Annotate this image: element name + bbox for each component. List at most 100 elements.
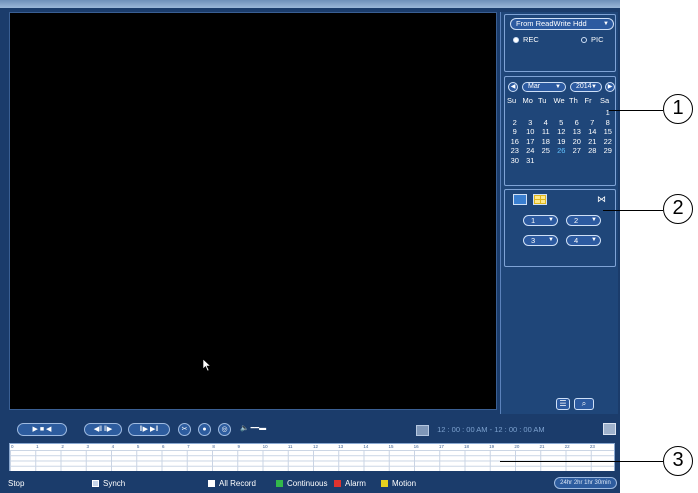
quad-view-icon[interactable]	[533, 194, 547, 205]
status-label: Stop	[8, 479, 25, 488]
calendar-day[interactable]: 9	[507, 127, 523, 137]
save-icon[interactable]	[603, 423, 616, 435]
checkbox-icon	[208, 480, 215, 487]
chevron-down-icon: ▼	[603, 21, 609, 27]
play-stop-back-buttons[interactable]: ▶ ■ ◀	[17, 423, 67, 436]
timeline-zoom-buttons[interactable]: 24hr 2hr 1hr 30min	[554, 477, 617, 489]
list-icon[interactable]: ☰	[556, 398, 570, 410]
calendar-day[interactable]: 19	[554, 137, 570, 147]
calendar-day[interactable]: 29	[600, 146, 616, 156]
slow-fast-buttons[interactable]: ◀‖ ‖▶	[84, 423, 122, 436]
calendar-day[interactable]: 31	[523, 156, 539, 166]
end-time[interactable]: 12 : 00 : 00 AM	[494, 425, 544, 434]
calendar-day[interactable]: 3	[523, 118, 539, 128]
prev-month-button[interactable]: ◀	[508, 82, 518, 92]
calendar-day[interactable]: 7	[585, 118, 601, 128]
split-mode-section: ⋈ 1 ▼ 2 ▼ 3 ▼ 4 ▼	[504, 189, 616, 267]
legend-alarm[interactable]: Alarm	[334, 479, 366, 488]
calendar-day[interactable]: 27	[569, 146, 585, 156]
calendar-day[interactable]: 22	[600, 137, 616, 147]
motion-swatch	[381, 480, 388, 487]
legend-motion[interactable]: Motion	[381, 479, 416, 488]
channel-select-4[interactable]: 4 ▼	[566, 235, 601, 246]
calendar-day[interactable]: 15	[600, 127, 616, 137]
title-strip	[0, 0, 620, 8]
volume-slider[interactable]: 🔈 ━━▬	[240, 423, 284, 436]
calendar-day[interactable]: 25	[538, 146, 554, 156]
calendar-day[interactable]: 4	[538, 118, 554, 128]
continuous-label: Continuous	[287, 479, 328, 488]
chevron-down-icon: ▼	[591, 237, 597, 243]
calendar-day[interactable]: 17	[523, 137, 539, 147]
calendar-day[interactable]: 10	[523, 127, 539, 137]
calendar-day-empty	[569, 108, 585, 118]
next-month-button[interactable]: ▶	[605, 82, 615, 92]
month-value: Mar	[528, 83, 541, 90]
calendar: ◀ Mar ▼ 2014 ▼ ▶ Su Mo Tu We Th Fr Sa 12 345678…	[504, 76, 616, 186]
channel-select-3[interactable]: 3 ▼	[523, 235, 558, 246]
calendar-day[interactable]: 8	[600, 118, 616, 128]
month-dropdown[interactable]: Mar ▼	[522, 82, 566, 92]
calendar-day[interactable]: 24	[523, 146, 539, 156]
chevron-down-icon: ▼	[548, 237, 554, 243]
calendar-day[interactable]: 28	[585, 146, 601, 156]
channel-select-2[interactable]: 2 ▼	[566, 215, 601, 226]
all-record-label: All Record	[219, 479, 256, 488]
calendar-day[interactable]: 11	[538, 127, 554, 137]
source-dropdown-value: From ReadWrite Hdd	[516, 19, 587, 28]
year-dropdown[interactable]: 2014 ▼	[570, 82, 602, 92]
radio-rec-label: REC	[523, 35, 539, 44]
callout-2: 2	[663, 194, 693, 224]
split-tabs: ⋈	[511, 194, 611, 206]
source-section: From ReadWrite Hdd ▼ REC PIC	[504, 14, 616, 72]
step-buttons[interactable]: ‖▶ ▶‖	[128, 423, 170, 436]
weekday-label: Sa	[600, 96, 610, 105]
legend-all-record[interactable]: All Record	[208, 479, 256, 488]
synch-checkbox[interactable]: Synch	[92, 479, 125, 488]
weekday-row: Su Mo Tu We Th Fr Sa	[507, 96, 617, 105]
scissors-icon[interactable]: ✂	[178, 423, 191, 436]
calendar-day[interactable]: 12	[554, 127, 570, 137]
calendar-day[interactable]: 16	[507, 137, 523, 147]
legend-continuous[interactable]: Continuous	[276, 479, 327, 488]
radio-selected-icon	[513, 36, 519, 43]
callout-line-3	[500, 461, 663, 462]
weekday-label: Tu	[538, 96, 547, 105]
record-icon[interactable]: ●	[198, 423, 211, 436]
synch-label: Synch	[103, 479, 126, 488]
calendar-day[interactable]: 20	[569, 137, 585, 147]
video-viewport[interactable]	[9, 12, 497, 410]
calendar-day[interactable]: 13	[569, 127, 585, 137]
status-text: Stop	[8, 479, 24, 488]
calendar-day[interactable]: 14	[585, 127, 601, 137]
snapshot-icon[interactable]: ◎	[218, 423, 231, 436]
calendar-day[interactable]: 23	[507, 146, 523, 156]
single-view-icon[interactable]	[513, 194, 527, 205]
calendar-day[interactable]: 26	[554, 146, 570, 156]
callout-line-1	[609, 110, 663, 111]
start-time[interactable]: 12 : 00 : 00 AM	[437, 425, 487, 434]
calendar-day[interactable]: 21	[585, 137, 601, 147]
weekday-label: Mo	[522, 96, 533, 105]
timeline[interactable]: 0 1 2 3 4 5 6 7 8 9 10 11 12 13 14 15 16 17 18 19 20 21 22 23	[9, 443, 615, 471]
source-dropdown[interactable]: From ReadWrite Hdd ▼	[510, 18, 614, 30]
link-icon[interactable]: ⋈	[597, 194, 611, 205]
radio-pic-label: PIC	[591, 35, 604, 44]
continuous-swatch	[276, 480, 283, 487]
calendar-icon[interactable]	[416, 424, 429, 436]
calendar-day[interactable]: 6	[569, 118, 585, 128]
chevron-down-icon: ▼	[555, 84, 561, 90]
callout-1: 1	[663, 94, 693, 124]
radio-rec[interactable]: REC	[513, 35, 539, 44]
calendar-day[interactable]: 18	[538, 137, 554, 147]
radio-pic[interactable]: PIC	[581, 35, 604, 44]
search-icon[interactable]: ⌕	[574, 398, 594, 410]
calendar-day[interactable]: 2	[507, 118, 523, 128]
channel-select-1[interactable]: 1 ▼	[523, 215, 558, 226]
legend-bar: Stop Synch All Record Continuous Alarm M…	[0, 474, 620, 493]
mouse-cursor-icon	[202, 358, 212, 372]
calendar-day[interactable]: 30	[507, 156, 523, 166]
time-separator: -	[489, 425, 493, 434]
weekday-label: Su	[507, 96, 517, 105]
calendar-day[interactable]: 5	[554, 118, 570, 128]
